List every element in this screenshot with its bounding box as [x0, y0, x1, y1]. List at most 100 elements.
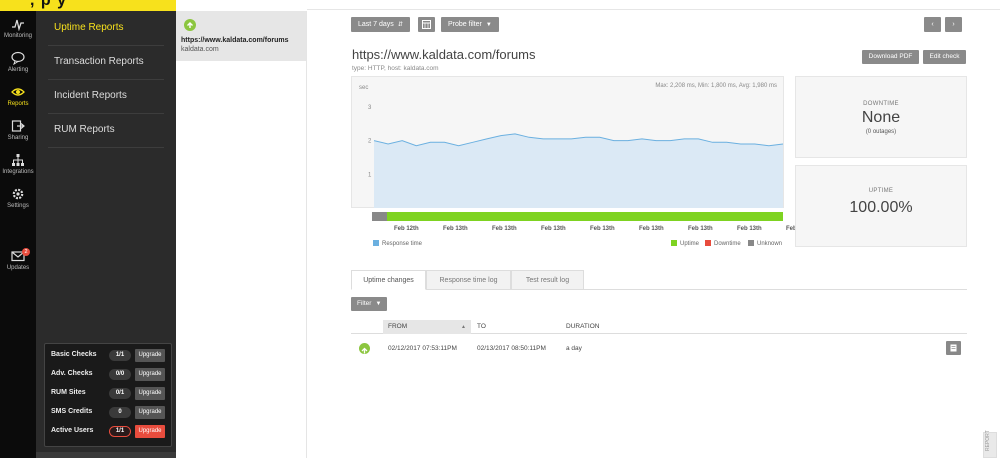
rail-item-updates[interactable]: 2 Updates	[0, 247, 36, 281]
legend-downtime: Downtime	[705, 240, 741, 247]
rail-item-label: Reports	[7, 101, 29, 107]
pulse-icon	[12, 19, 24, 31]
next-period-button[interactable]: ›	[945, 17, 962, 32]
column-header-duration[interactable]: DURATION	[566, 320, 599, 334]
probe-filter-button[interactable]: Probe filter ▼	[441, 17, 499, 32]
nav-item-rum-reports[interactable]: RUM Reports	[36, 113, 176, 147]
cell-to: 02/13/2017 08:50:11PM	[477, 345, 546, 352]
y-tick-label: 3	[368, 105, 372, 111]
page-title: https://www.kaldata.com/forums	[352, 47, 536, 62]
brand-bar: , p y	[0, 0, 176, 11]
edit-check-button[interactable]: Edit check	[923, 50, 966, 64]
upgrade-button[interactable]: Upgrade	[135, 349, 165, 362]
tab-response-time-log[interactable]: Response time log	[426, 270, 511, 290]
rail-item-alerting[interactable]: Alerting	[0, 49, 36, 83]
filter-label: Filter	[357, 300, 372, 307]
rail-item-label: Integrations	[2, 169, 34, 175]
rail-item-label: Settings	[7, 203, 29, 209]
chevron-right-icon: ›	[952, 21, 955, 28]
legend-swatch	[671, 240, 677, 246]
quota-name: RUM Sites	[51, 389, 86, 396]
rail-item-sharing[interactable]: Sharing	[0, 117, 36, 151]
quota-value: 0/1	[109, 388, 131, 399]
calendar-button[interactable]	[418, 17, 435, 32]
nav-item-transaction-reports[interactable]: Transaction Reports	[36, 45, 176, 79]
filter-button[interactable]: Filter ▼	[351, 297, 388, 311]
quota-row-active-users: Active Users 1/1 Upgrade	[45, 422, 173, 441]
downtime-label: DOWNTIME	[863, 101, 899, 107]
quota-panel: Basic Checks 1/1 Upgrade Adv. Checks 0/0…	[44, 343, 172, 447]
upgrade-button[interactable]: Upgrade	[135, 406, 165, 419]
check-list-item[interactable]: https://www.kaldata.com/forums kaldata.c…	[176, 11, 306, 61]
download-pdf-button[interactable]: Download PDF	[862, 50, 919, 64]
x-tick-label: Feb 13th	[443, 226, 468, 232]
probe-filter-label: Probe filter	[448, 21, 482, 28]
x-tick-label: Feb 12th	[394, 226, 419, 232]
quota-value: 0	[109, 407, 131, 418]
rail-item-label: Sharing	[7, 135, 29, 141]
legend-response-time: Response time	[373, 240, 422, 247]
updates-badge: 2	[22, 248, 30, 256]
table-header: FROM ▲ TO DURATION	[351, 320, 967, 334]
uptime-label: UPTIME	[868, 188, 894, 194]
caret-down-icon: ▼	[375, 301, 382, 307]
quota-row-sms-credits: SMS Credits 0 Upgrade	[45, 403, 173, 422]
uptime-value: 100.00%	[849, 199, 913, 216]
y-tick-label: 2	[368, 139, 372, 145]
quota-row-rum-sites: RUM Sites 0/1 Upgrade	[45, 384, 173, 403]
uptime-card: UPTIME 100.00%	[795, 165, 967, 247]
nav-item-incident-reports[interactable]: Incident Reports	[36, 79, 176, 113]
prev-period-button[interactable]: ‹	[924, 17, 941, 32]
x-tick-label: Feb 13th	[639, 226, 664, 232]
share-icon	[11, 120, 25, 132]
check-url: https://www.kaldata.com/forums	[181, 37, 289, 44]
nav-footer-bar	[36, 452, 176, 458]
eye-icon	[11, 88, 25, 96]
quota-name: Active Users	[51, 427, 94, 434]
upgrade-button[interactable]: Upgrade	[135, 387, 165, 400]
upgrade-button[interactable]: Upgrade	[135, 425, 165, 438]
caret-down-icon: ▼	[485, 22, 492, 28]
note-icon	[950, 344, 957, 352]
rail-item-reports[interactable]: Reports	[0, 83, 36, 117]
rail-item-integrations[interactable]: Integrations	[0, 151, 36, 185]
column-header-from[interactable]: FROM ▲	[383, 320, 471, 334]
legend-swatch	[373, 240, 379, 246]
rail-item-monitoring[interactable]: Monitoring	[0, 15, 36, 49]
speech-bubble-icon	[11, 51, 25, 65]
check-list: https://www.kaldata.com/forums kaldata.c…	[176, 11, 307, 458]
legend-swatch	[748, 240, 754, 246]
note-button[interactable]	[946, 341, 961, 355]
chart-plot: 1 2 3	[368, 105, 784, 208]
date-range-select[interactable]: Last 7 days ⇵	[351, 17, 410, 32]
report-side-tab[interactable]: REPORT	[983, 430, 997, 458]
x-tick-label: Feb 13th	[688, 226, 713, 232]
x-tick-label: Feb 13th	[492, 226, 517, 232]
rail-item-settings[interactable]: Settings	[0, 185, 36, 219]
brand-logo[interactable]: , p y	[30, 0, 67, 10]
response-time-area	[374, 133, 783, 208]
y-tick-label: 1	[368, 172, 372, 178]
column-label: FROM	[388, 323, 408, 330]
nav-item-uptime-reports[interactable]: Uptime Reports	[36, 11, 176, 45]
calendar-icon	[422, 20, 431, 29]
x-tick-label: Feb 13th	[590, 226, 615, 232]
upgrade-button[interactable]: Upgrade	[135, 368, 165, 381]
rail-item-label: Monitoring	[3, 33, 32, 39]
reports-nav: Uptime Reports Transaction Reports Incid…	[36, 11, 176, 458]
header-divider	[307, 9, 1000, 10]
cell-from: 02/12/2017 07:53:11PM	[388, 345, 457, 352]
updown-icon: ⇵	[397, 22, 403, 28]
legend-label: Unknown	[757, 241, 783, 247]
x-tick-label: Feb 13th	[541, 226, 566, 232]
check-host: kaldata.com	[181, 46, 219, 53]
tab-test-result-log[interactable]: Test result log	[511, 270, 584, 290]
tab-uptime-changes[interactable]: Uptime changes	[351, 270, 426, 290]
legend-label: Response time	[382, 241, 423, 247]
column-header-to[interactable]: TO	[477, 320, 486, 334]
page-subtitle: type: HTTP, host: kaldata.com	[352, 65, 439, 72]
quota-row-basic-checks: Basic Checks 1/1 Upgrade	[45, 346, 173, 365]
status-segment-unknown	[372, 212, 387, 221]
hierarchy-icon	[12, 154, 24, 166]
quota-value: 1/1	[109, 350, 131, 361]
